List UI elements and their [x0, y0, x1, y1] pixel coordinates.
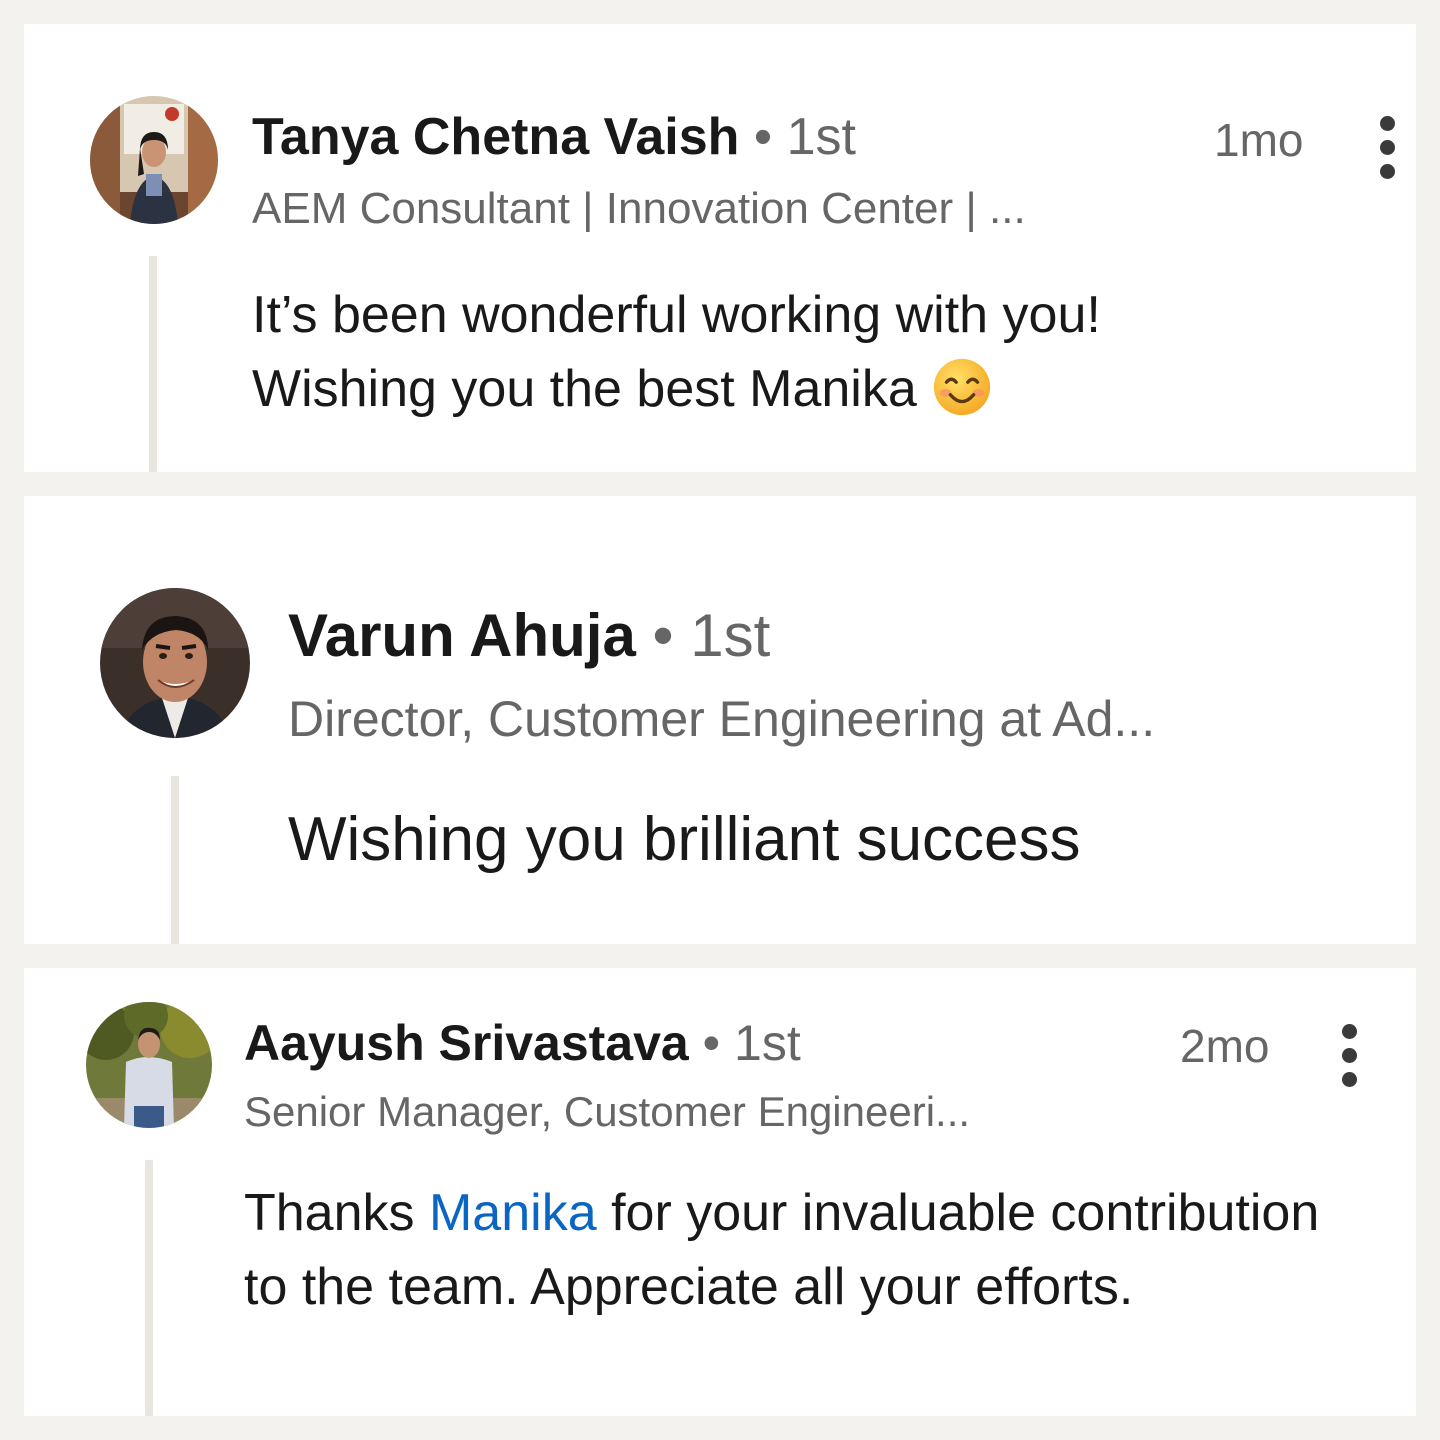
- author-line: Aayush Srivastava • 1st: [244, 1012, 801, 1074]
- comment-line: It’s been wonderful working with you!: [252, 286, 1101, 344]
- avatar-photo: [90, 96, 218, 224]
- author-name[interactable]: Varun Ahuja: [288, 602, 636, 669]
- comment-timestamp: 1mo: [1214, 114, 1304, 166]
- more-vertical-icon[interactable]: [1338, 1024, 1362, 1088]
- separator-dot: •: [652, 602, 674, 669]
- author-name[interactable]: Tanya Chetna Vaish: [252, 108, 739, 166]
- avatar-photo: [86, 1002, 212, 1128]
- author-headline: AEM Consultant | Innovation Center | ...: [252, 184, 1026, 233]
- connection-degree: 1st: [734, 1015, 801, 1071]
- comment-text: Thanks Manika for your invaluable contri…: [244, 1176, 1364, 1324]
- author-name[interactable]: Aayush Srivastava: [244, 1015, 689, 1071]
- avatar[interactable]: [86, 1002, 212, 1128]
- avatar[interactable]: [90, 96, 218, 224]
- avatar-photo: [100, 588, 250, 738]
- author-line: Varun Ahuja • 1st: [288, 600, 770, 672]
- comment-text-part: Thanks: [244, 1184, 429, 1242]
- connection-degree: 1st: [690, 602, 771, 669]
- avatar[interactable]: [100, 588, 250, 738]
- thread-line: [149, 256, 157, 472]
- separator-dot: •: [753, 108, 773, 166]
- author-headline: Senior Manager, Customer Engineeri...: [244, 1088, 971, 1135]
- mention-link[interactable]: Manika: [429, 1184, 597, 1242]
- comment-card: Aayush Srivastava • 1st Senior Manager, …: [24, 968, 1416, 1416]
- comment-text: It’s been wonderful working with you! Wi…: [252, 278, 1101, 426]
- author-headline: Director, Customer Engineering at Ad...: [288, 691, 1156, 747]
- connection-degree: 1st: [786, 108, 856, 166]
- more-vertical-icon[interactable]: [1376, 116, 1400, 180]
- comment-card: Varun Ahuja • 1st Director, Customer Eng…: [24, 496, 1416, 944]
- thread-line: [171, 776, 179, 944]
- comment-timestamp: 2mo: [1180, 1020, 1270, 1072]
- comment-line: Wishing you the best Manika: [252, 360, 917, 418]
- smiling-face-emoji: [934, 358, 991, 416]
- separator-dot: •: [702, 1015, 721, 1071]
- thread-line: [145, 1160, 153, 1416]
- comment-card: Tanya Chetna Vaish • 1st AEM Consultant …: [24, 24, 1416, 472]
- comment-text: Wishing you brilliant success: [288, 805, 1081, 874]
- author-line: Tanya Chetna Vaish • 1st: [252, 106, 856, 168]
